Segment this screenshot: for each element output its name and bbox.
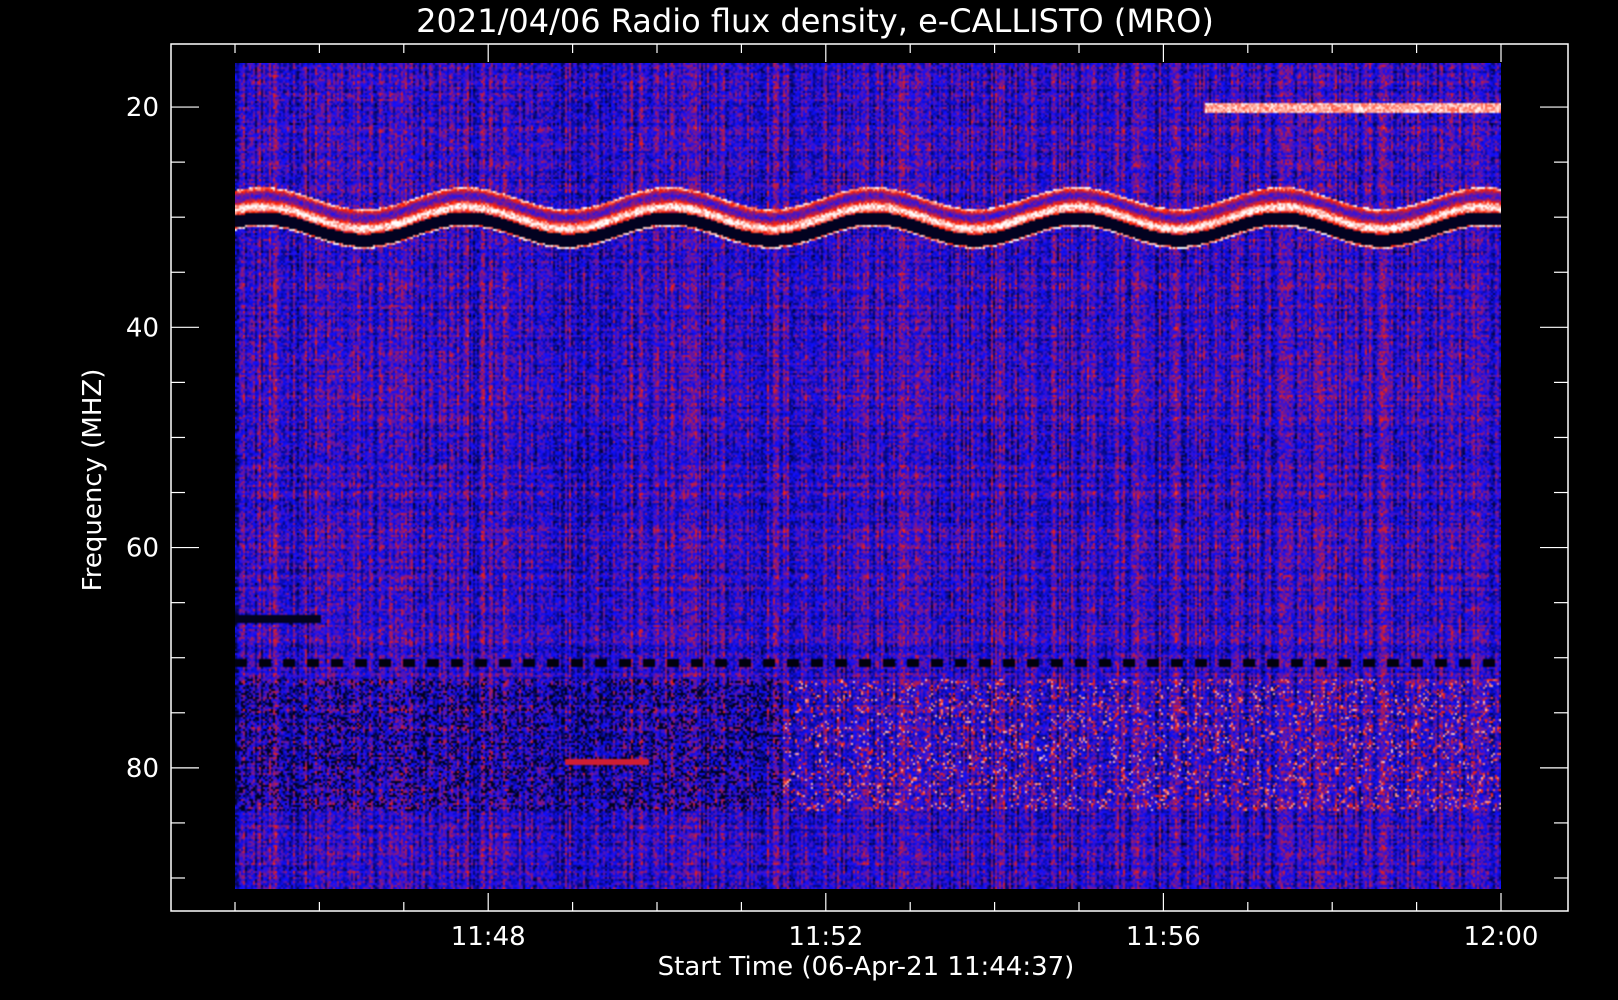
plot-frame (170, 43, 1569, 912)
y-tick-label: 20 (126, 93, 159, 123)
y-axis-label: Frequency (MHZ) (78, 369, 108, 592)
spectrogram-chart: 2021/04/06 Radio flux density, e-CALLIST… (0, 0, 1618, 1000)
y-tick-label: 60 (126, 534, 159, 564)
y-axis: 20 40 60 80 (126, 93, 1568, 879)
x-tick-label: 11:48 (451, 922, 526, 952)
chart-title: 2021/04/06 Radio flux density, e-CALLIST… (416, 2, 1214, 40)
x-axis: 11:48 11:52 11:56 12:00 (234, 44, 1539, 952)
x-tick-label: 11:56 (1126, 922, 1201, 952)
x-tick-label: 11:52 (788, 922, 863, 952)
y-tick-label: 80 (126, 754, 159, 784)
x-axis-label: Start Time (06-Apr-21 11:44:37) (658, 952, 1075, 982)
x-tick-label: 12:00 (1464, 922, 1539, 952)
chart-axes: 2021/04/06 Radio flux density, e-CALLIST… (78, 2, 1569, 982)
y-tick-label: 40 (126, 313, 159, 343)
